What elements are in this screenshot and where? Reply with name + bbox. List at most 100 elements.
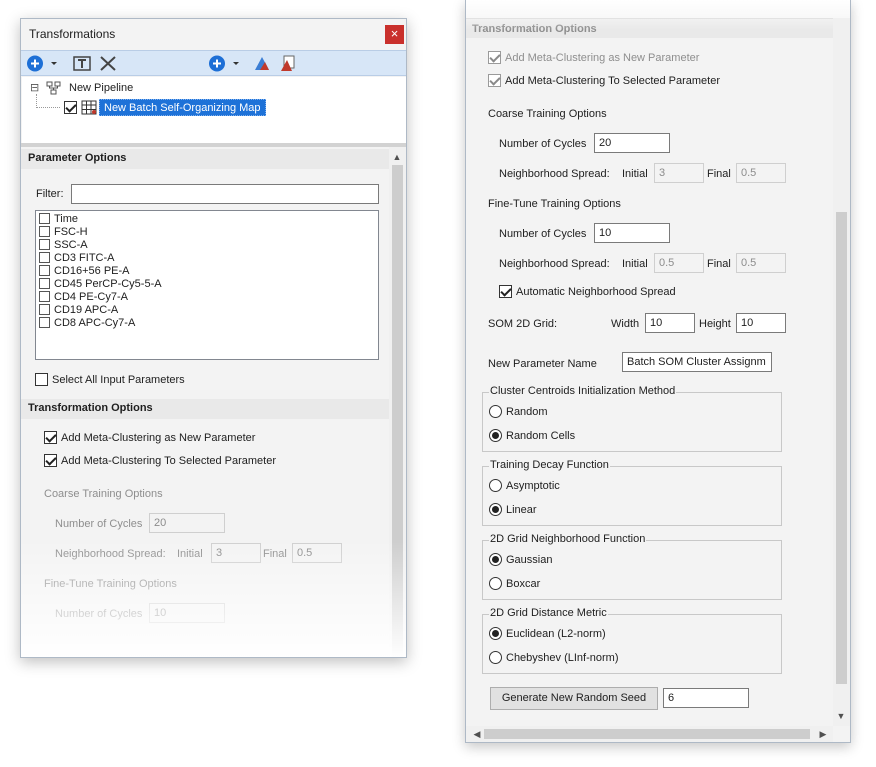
- tree-item-checkbox[interactable]: [64, 101, 77, 114]
- scroll-up-icon[interactable]: ▲: [390, 150, 404, 164]
- gate-icon: [255, 57, 269, 70]
- right-scroll-right-icon[interactable]: ▶: [816, 727, 830, 741]
- coarse-initial-label: Initial: [177, 548, 203, 560]
- decay-title: Training Decay Function: [489, 459, 610, 471]
- tree-expand-icon[interactable]: ⊟: [30, 81, 39, 94]
- add-item-button[interactable]: [207, 54, 243, 73]
- decay-linear-radio[interactable]: [489, 503, 502, 516]
- plus-circle-icon: [209, 55, 239, 72]
- right-transformation-options-header: Transformation Options: [472, 23, 597, 35]
- add-new-param-checkbox[interactable]: [44, 431, 57, 444]
- parameter-label: CD19 APC-A: [54, 304, 119, 316]
- r-coarse-cycles-input[interactable]: 20: [594, 133, 670, 153]
- coarse-initial-input[interactable]: 3: [211, 543, 261, 563]
- parameter-label: CD8 APC-Cy7-A: [54, 317, 136, 329]
- transformation-options-header: Transformation Options: [28, 402, 153, 414]
- decay-group: Training Decay Function Asymptotic Linea…: [482, 459, 782, 526]
- plus-circle-icon: [27, 55, 57, 72]
- generate-seed-button[interactable]: Generate New Random Seed: [490, 687, 658, 710]
- parameter-checkbox[interactable]: [39, 213, 50, 224]
- parameter-checkbox[interactable]: [39, 304, 50, 315]
- r-auto-spread-checkbox[interactable]: [499, 285, 512, 298]
- finetune-training-header: Fine-Tune Training Options: [44, 578, 177, 590]
- chebyshev-label[interactable]: Chebyshev (LInf-norm): [506, 652, 619, 664]
- r-new-param-input[interactable]: Batch SOM Cluster Assignm: [622, 352, 772, 372]
- add-new-param-label[interactable]: Add Meta-Clustering as New Parameter: [61, 432, 255, 444]
- r-auto-spread-label[interactable]: Automatic Neighborhood Spread: [516, 286, 676, 298]
- decay-asymptotic-radio[interactable]: [489, 479, 502, 492]
- transformation-options-panel: Transformation Options Add Meta-Clusteri…: [465, 0, 851, 743]
- panel-splitter[interactable]: [21, 143, 406, 147]
- parameter-checkbox[interactable]: [39, 239, 50, 250]
- r-finetune-cycles-label: Number of Cycles: [499, 228, 587, 240]
- right-scroll-left-icon[interactable]: ◀: [470, 727, 484, 741]
- parameter-checkbox[interactable]: [39, 278, 50, 289]
- r-add-selected-param-label[interactable]: Add Meta-Clustering To Selected Paramete…: [505, 75, 720, 87]
- r-finetune-cycles-input[interactable]: 10: [594, 223, 670, 243]
- filter-label: Filter:: [36, 188, 64, 200]
- r-grid-label: SOM 2D Grid:: [488, 318, 558, 330]
- scroll-thumb[interactable]: [392, 165, 403, 657]
- right-vscrollbar[interactable]: ▼: [833, 18, 850, 726]
- toolbar: [21, 50, 406, 76]
- gate-copy-icon: [281, 55, 295, 71]
- euclidean-label[interactable]: Euclidean (L2-norm): [506, 628, 606, 640]
- r-coarse-initial-input[interactable]: 3: [654, 163, 704, 183]
- boxcar-radio[interactable]: [489, 577, 502, 590]
- add-selected-param-checkbox[interactable]: [44, 454, 57, 467]
- centroid-random-cells-radio[interactable]: [489, 429, 502, 442]
- r-add-selected-param-checkbox[interactable]: [488, 74, 501, 87]
- right-scroll-down-icon[interactable]: ▼: [834, 709, 848, 723]
- decay-linear-label[interactable]: Linear: [506, 504, 537, 516]
- r-grid-height-input[interactable]: 10: [736, 313, 786, 333]
- filter-input[interactable]: [71, 184, 379, 204]
- gaussian-label[interactable]: Gaussian: [506, 554, 552, 566]
- gate-copy-button[interactable]: [279, 54, 297, 73]
- r-coarse-final-input[interactable]: 0.5: [736, 163, 786, 183]
- parameter-checkbox[interactable]: [39, 291, 50, 302]
- add-selected-param-label[interactable]: Add Meta-Clustering To Selected Paramete…: [61, 455, 276, 467]
- parameter-checkbox[interactable]: [39, 317, 50, 328]
- r-add-new-param-label[interactable]: Add Meta-Clustering as New Parameter: [505, 52, 699, 64]
- boxcar-label[interactable]: Boxcar: [506, 578, 540, 590]
- chebyshev-radio[interactable]: [489, 651, 502, 664]
- coarse-final-input[interactable]: 0.5: [292, 543, 342, 563]
- finetune-cycles-input[interactable]: 10: [149, 603, 225, 623]
- window-title: Transformations: [29, 27, 116, 41]
- r-finetune-final-input[interactable]: 0.5: [736, 253, 786, 273]
- pipeline-label[interactable]: New Pipeline: [69, 82, 133, 94]
- parameter-checkbox[interactable]: [39, 252, 50, 263]
- add-transform-button[interactable]: [25, 54, 61, 73]
- gate-button[interactable]: [253, 54, 271, 73]
- centroid-random-label[interactable]: Random: [506, 406, 548, 418]
- parameter-checkbox[interactable]: [39, 265, 50, 276]
- centroid-random-radio[interactable]: [489, 405, 502, 418]
- parameter-list[interactable]: Time FSC-H SSC-A CD3 FITC-A CD16+56 PE-A CD45…: [35, 210, 379, 360]
- right-hscrollbar[interactable]: ◀ ▶: [466, 726, 833, 742]
- seed-input[interactable]: 6: [663, 688, 749, 708]
- r-finetune-header: Fine-Tune Training Options: [488, 198, 621, 210]
- centroid-init-title: Cluster Centroids Initialization Method: [489, 385, 677, 397]
- r-finetune-initial-input[interactable]: 0.5: [654, 253, 704, 273]
- coarse-spread-label: Neighborhood Spread:: [55, 548, 166, 560]
- tree-item-som[interactable]: New Batch Self-Organizing Map: [99, 99, 266, 116]
- right-hscroll-thumb[interactable]: [484, 729, 810, 739]
- centroid-random-cells-label[interactable]: Random Cells: [506, 430, 575, 442]
- select-all-checkbox[interactable]: [35, 373, 48, 386]
- left-scrollbar[interactable]: ▲: [389, 147, 406, 657]
- coarse-training-header: Coarse Training Options: [44, 488, 163, 500]
- som-grid-icon: [81, 100, 97, 115]
- coarse-cycles-input[interactable]: 20: [149, 513, 225, 533]
- select-all-label[interactable]: Select All Input Parameters: [52, 374, 185, 386]
- decay-asymptotic-label[interactable]: Asymptotic: [506, 480, 560, 492]
- right-vscroll-thumb[interactable]: [836, 212, 847, 684]
- r-grid-width-input[interactable]: 10: [645, 313, 695, 333]
- r-add-new-param-checkbox[interactable]: [488, 51, 501, 64]
- rename-button[interactable]: [73, 55, 91, 72]
- gaussian-radio[interactable]: [489, 553, 502, 566]
- parameter-checkbox[interactable]: [39, 226, 50, 237]
- x-icon: [100, 56, 116, 71]
- euclidean-radio[interactable]: [489, 627, 502, 640]
- delete-button[interactable]: [99, 55, 117, 72]
- close-button[interactable]: ×: [385, 25, 404, 44]
